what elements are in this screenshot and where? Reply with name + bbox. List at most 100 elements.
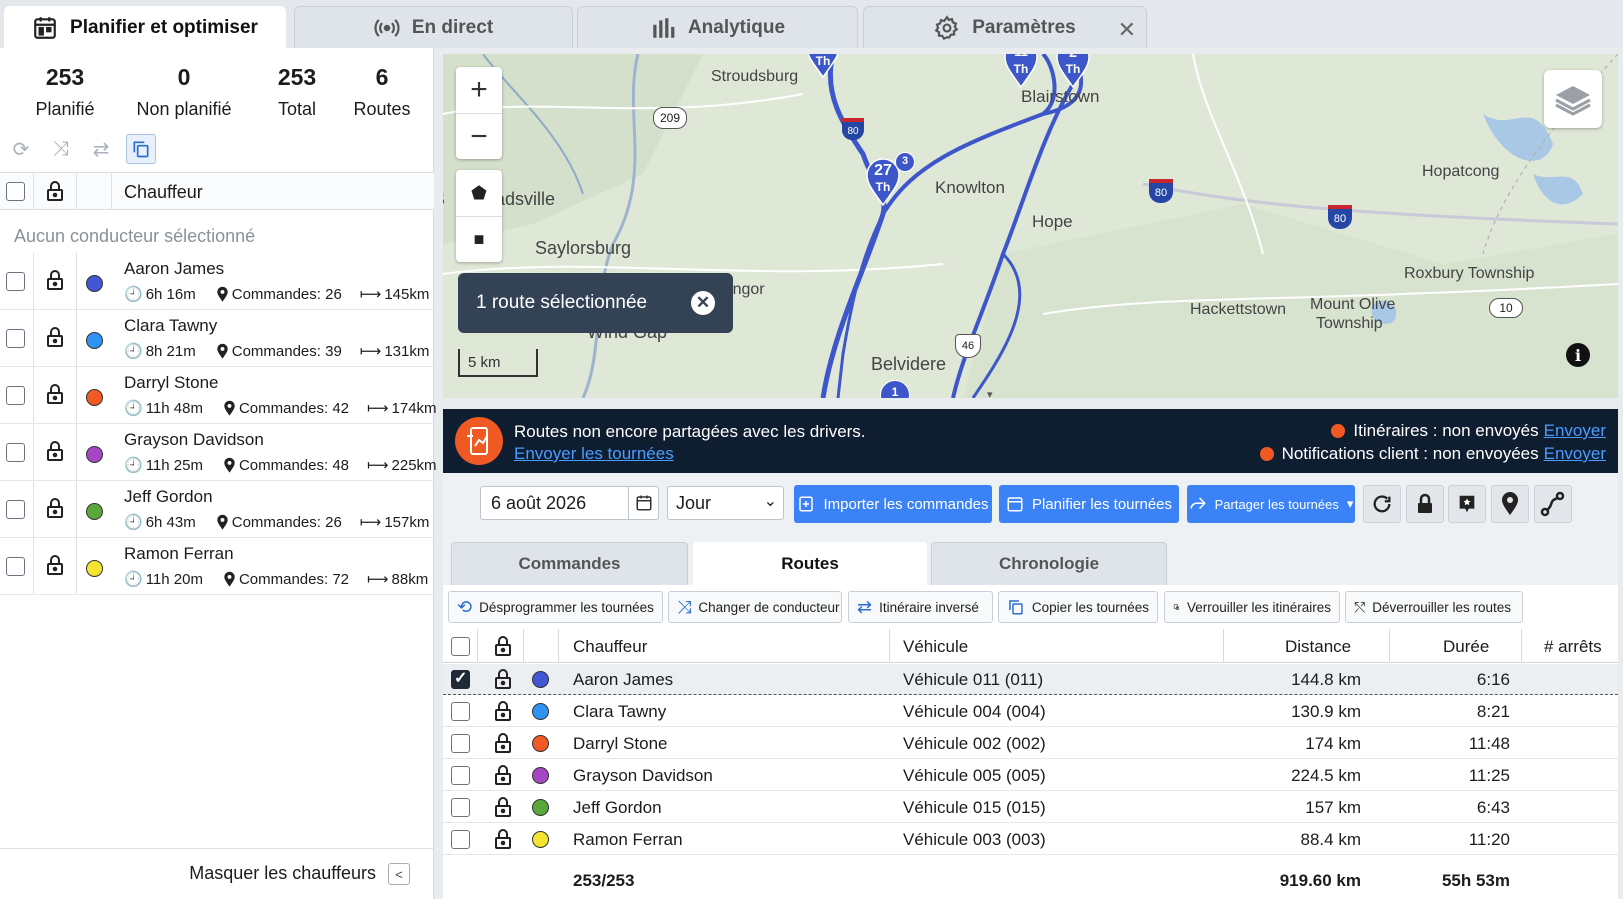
- period-select[interactable]: Jour ⌄: [667, 486, 784, 520]
- lock-button[interactable]: [1406, 485, 1444, 523]
- vehicle-column-header[interactable]: Véhicule: [903, 637, 968, 657]
- row-checkbox[interactable]: [451, 798, 470, 817]
- info-icon[interactable]: i: [1566, 343, 1590, 367]
- lock-icon[interactable]: [493, 700, 513, 722]
- lock-icon[interactable]: [493, 828, 513, 850]
- driver-list-item[interactable]: Clara Tawny 🕘 8h 21m Commandes: 39 ⟼ 131km: [0, 310, 434, 367]
- driver-list-item[interactable]: Aaron James 🕘 6h 16m Commandes: 26 ⟼ 145km: [0, 253, 434, 310]
- share-routes-button[interactable]: Partager les tournées ▾: [1187, 485, 1355, 523]
- row-vehicle: Véhicule 011 (011): [903, 670, 1044, 689]
- copy-routes-button[interactable]: Copier les tournées: [998, 591, 1158, 623]
- collapse-chevron-icon[interactable]: <: [388, 863, 410, 885]
- lock-icon[interactable]: [493, 764, 513, 786]
- location-pin-icon: [1502, 492, 1518, 515]
- map-resize-handle[interactable]: ▾: [987, 388, 993, 398]
- driver-checkbox[interactable]: [6, 386, 25, 405]
- lock-icon[interactable]: [493, 668, 513, 690]
- distance-column-header[interactable]: Distance: [1285, 637, 1351, 657]
- close-tab-icon[interactable]: ✕: [1118, 17, 1136, 43]
- table-row[interactable]: Clara Tawny Véhicule 004 (004) 130.9 km 8:2…: [443, 696, 1618, 727]
- lock-itineraries-button[interactable]: Verrouiller les itinéraires: [1164, 591, 1340, 623]
- driver-checkbox[interactable]: [6, 443, 25, 462]
- calendar-icon[interactable]: [628, 487, 658, 519]
- stat-label: Total: [277, 99, 317, 119]
- row-checkbox[interactable]: [451, 702, 470, 721]
- send-itineraries-link[interactable]: Envoyer: [1544, 421, 1606, 441]
- unlock-routes-button[interactable]: ⤲ Déverrouiller les routes: [1345, 591, 1523, 623]
- row-driver: Darryl Stone: [573, 734, 668, 753]
- route-stop-marker[interactable]: 22 Th: [805, 54, 841, 79]
- driver-list-item[interactable]: Jeff Gordon 🕘 6h 43m Commandes: 26 ⟼ 157km: [0, 481, 434, 538]
- table-row[interactable]: Darryl Stone Véhicule 002 (002) 174 km 11:4…: [443, 728, 1618, 759]
- table-row[interactable]: Grayson Davidson Véhicule 005 (005) 224.5 …: [443, 760, 1618, 791]
- location-pin-button[interactable]: [1491, 485, 1529, 523]
- row-checkbox[interactable]: [451, 734, 470, 753]
- route-stop-marker[interactable]: 2 Th: [1055, 54, 1091, 89]
- tab-timeline[interactable]: Chronologie: [931, 542, 1167, 585]
- driver-list-item[interactable]: Darryl Stone 🕘 11h 48m Commandes: 42 ⟼ 174km: [0, 367, 437, 424]
- lock-icon[interactable]: [45, 554, 65, 576]
- change-driver-button[interactable]: ⤨ Changer de conducteur: [668, 591, 842, 623]
- plan-routes-button[interactable]: Planifier les tournées: [999, 485, 1179, 523]
- refresh-icon[interactable]: ⟳: [6, 134, 36, 164]
- date-picker[interactable]: 6 août 2026: [480, 486, 659, 520]
- table-row[interactable]: Ramon Ferran Véhicule 003 (003) 88.4 km 11:…: [443, 824, 1618, 855]
- lock-icon[interactable]: [493, 732, 513, 754]
- route-color-dot: [532, 831, 549, 848]
- row-checkbox[interactable]: [451, 766, 470, 785]
- hide-drivers-row[interactable]: Masquer les chauffeurs <: [0, 848, 434, 899]
- driver-list-item[interactable]: Ramon Ferran 🕘 11h 20m Commandes: 72 ⟼ 88km: [0, 538, 434, 595]
- tab-settings[interactable]: Paramètres ✕: [863, 6, 1147, 48]
- driver-checkbox[interactable]: [6, 272, 25, 291]
- stops-column-header[interactable]: # arrêts: [1544, 637, 1602, 657]
- driver-list-item[interactable]: Grayson Davidson 🕘 11h 25m Commandes: 48 ⟼ 22…: [0, 424, 437, 481]
- select-all-checkbox[interactable]: [6, 182, 25, 201]
- tab-analytics[interactable]: Analytique: [577, 6, 858, 48]
- lock-icon[interactable]: [493, 796, 513, 818]
- tab-orders[interactable]: Commandes: [451, 542, 688, 585]
- import-orders-button[interactable]: Importer les commandes: [794, 485, 992, 523]
- rectangle-draw-icon[interactable]: ■: [456, 216, 502, 262]
- shuffle-icon[interactable]: ⤨: [46, 134, 76, 164]
- lock-icon[interactable]: [45, 180, 65, 202]
- copy-icon[interactable]: [126, 134, 156, 164]
- unschedule-routes-button[interactable]: ⟲ Désprogrammer les tournées: [448, 591, 663, 623]
- lock-icon[interactable]: [45, 497, 65, 519]
- lock-icon[interactable]: [45, 269, 65, 291]
- interstate-shield: 80: [1328, 205, 1352, 229]
- tab-plan-optimize[interactable]: Planifier et optimiser: [4, 6, 286, 48]
- map-layers-button[interactable]: [1544, 70, 1602, 128]
- route-stop-marker[interactable]: 3: [895, 152, 915, 172]
- table-row[interactable]: Aaron James Véhicule 011 (011) 144.8 km 6:1…: [443, 664, 1618, 695]
- driver-checkbox[interactable]: [6, 500, 25, 519]
- polygon-draw-icon[interactable]: ⬟: [456, 170, 502, 216]
- route-stop-marker[interactable]: 11 Th: [1003, 54, 1039, 89]
- driver-column-header[interactable]: Chauffeur: [573, 637, 647, 657]
- clear-selection-icon[interactable]: ✕: [691, 291, 715, 315]
- table-row[interactable]: Jeff Gordon Véhicule 015 (015) 157 km 6:43: [443, 792, 1618, 823]
- pin-flag-button[interactable]: [1448, 485, 1486, 523]
- refresh-button[interactable]: [1363, 485, 1401, 523]
- lock-icon[interactable]: [45, 383, 65, 405]
- row-checkbox[interactable]: [451, 830, 470, 849]
- duration-column-header[interactable]: Durée: [1443, 637, 1489, 657]
- driver-checkbox[interactable]: [6, 557, 25, 576]
- lock-icon[interactable]: [493, 635, 513, 657]
- select-all-checkbox[interactable]: [451, 637, 470, 656]
- lock-icon[interactable]: [45, 326, 65, 348]
- reverse-route-button[interactable]: ⇄ Itinéraire inversé: [848, 591, 993, 623]
- route-path-button[interactable]: [1534, 485, 1572, 523]
- tab-routes[interactable]: Routes: [693, 542, 927, 585]
- zoom-out-button[interactable]: −: [456, 113, 502, 159]
- send-notifications-link[interactable]: Envoyer: [1544, 444, 1606, 464]
- row-checkbox[interactable]: [451, 668, 470, 689]
- copy-routes-label: Copier les tournées: [1031, 599, 1149, 615]
- driver-checkbox[interactable]: [6, 329, 25, 348]
- unschedule-routes-label: Désprogrammer les tournées: [479, 599, 654, 615]
- tab-live[interactable]: En direct: [294, 6, 573, 48]
- send-routes-link[interactable]: Envoyer les tournées: [514, 444, 674, 464]
- zoom-in-button[interactable]: +: [456, 67, 502, 113]
- swap-icon[interactable]: ⇄: [86, 134, 116, 164]
- route-map[interactable]: Stroudsburg Blairstown Knowlton Hope Hop…: [443, 54, 1618, 398]
- lock-icon[interactable]: [45, 440, 65, 462]
